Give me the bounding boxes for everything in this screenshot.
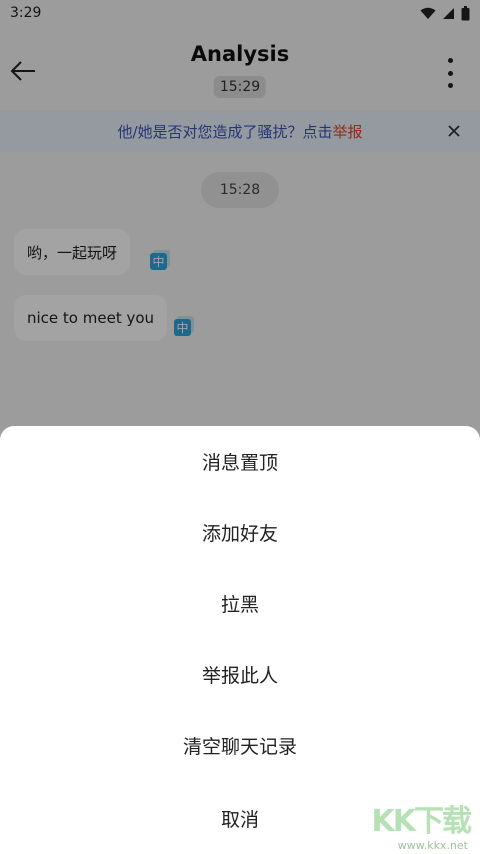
cancel-button[interactable]: 取消 — [0, 783, 480, 854]
action-sheet: 消息置顶 添加好友 拉黑 举报此人 清空聊天记录 取消 — [0, 426, 480, 854]
chat-screen: 3:29 Analysis 15:29 他/她是否对您造成了骚扰？点击 举报 1… — [0, 0, 480, 854]
report-user-option[interactable]: 举报此人 — [0, 639, 480, 710]
block-option[interactable]: 拉黑 — [0, 568, 480, 639]
add-friend-option[interactable]: 添加好友 — [0, 497, 480, 568]
clear-history-option[interactable]: 清空聊天记录 — [0, 710, 480, 781]
pin-message-option[interactable]: 消息置顶 — [0, 426, 480, 497]
